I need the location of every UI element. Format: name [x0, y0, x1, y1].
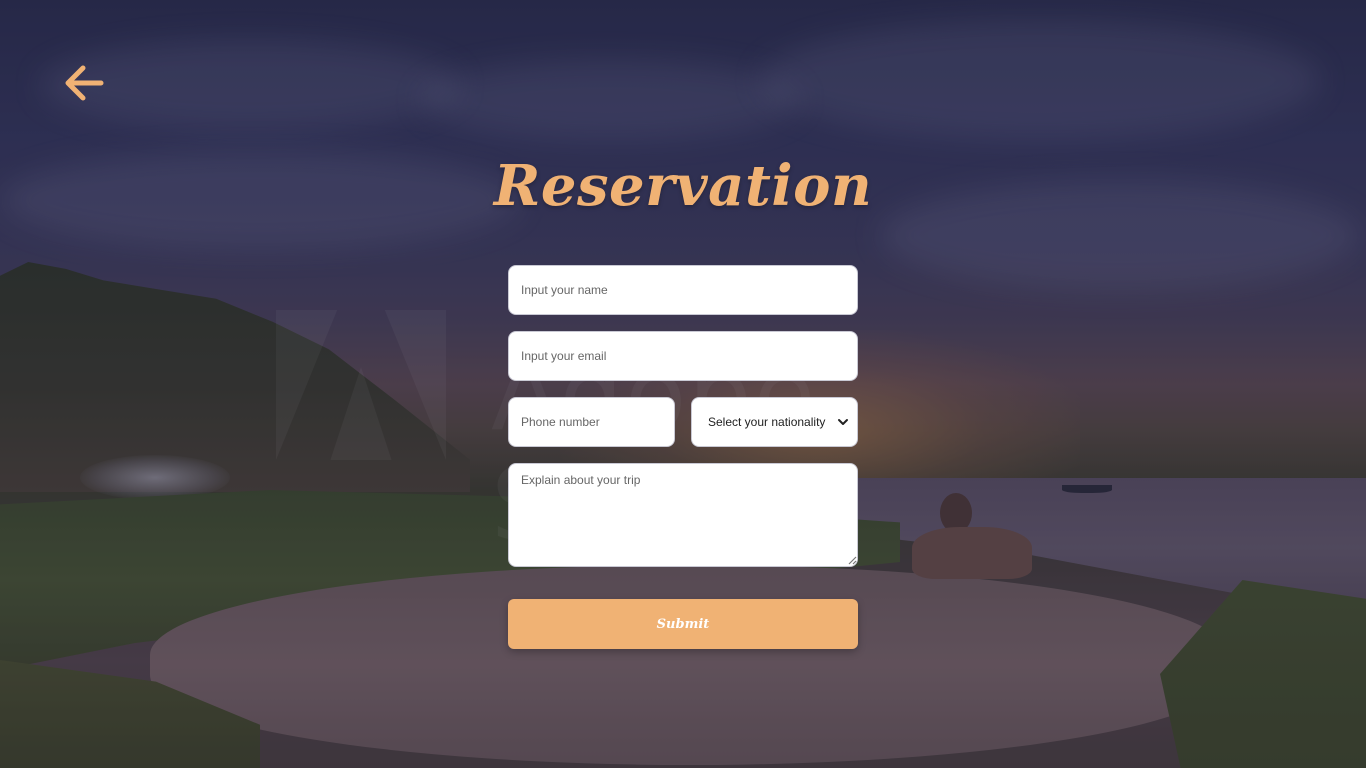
chevron-down-icon — [838, 419, 848, 425]
name-input[interactable] — [508, 265, 858, 315]
back-button[interactable] — [63, 63, 105, 103]
arrow-left-icon — [65, 65, 104, 101]
reservation-page: Adobe Stock Reservation Select your nati… — [0, 0, 1366, 768]
phone-nationality-row: Select your nationality — [508, 397, 858, 447]
phone-input[interactable] — [508, 397, 675, 447]
email-input[interactable] — [508, 331, 858, 381]
page-title: Reservation — [493, 153, 873, 219]
nationality-selected-value: Select your nationality — [708, 415, 826, 429]
submit-button[interactable]: Submit — [508, 599, 858, 649]
trip-description-textarea[interactable] — [508, 463, 858, 567]
reservation-form: Select your nationality Submit — [508, 265, 858, 649]
nationality-select[interactable]: Select your nationality — [691, 397, 858, 447]
